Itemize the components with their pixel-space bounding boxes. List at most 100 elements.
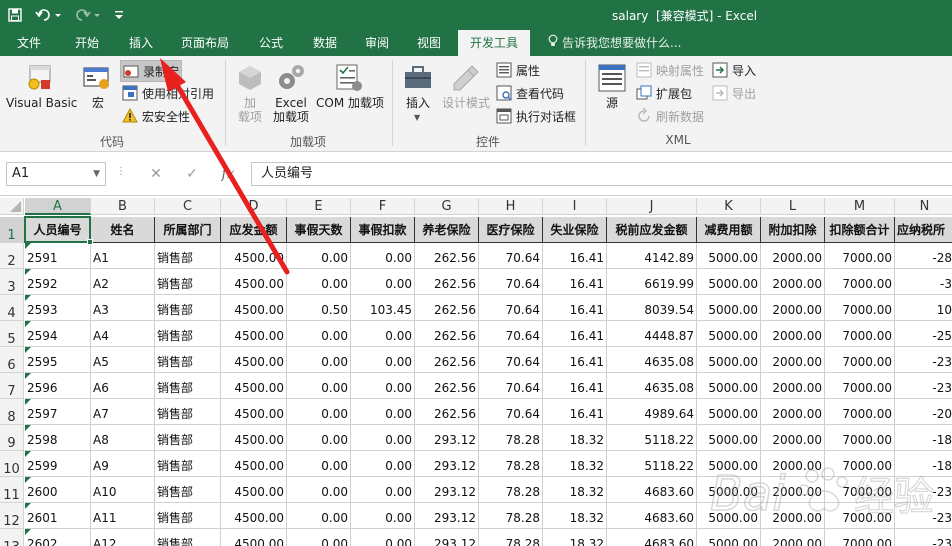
table-cell[interactable]: 销售部: [155, 425, 221, 451]
tab-home[interactable]: 开始: [64, 30, 110, 56]
table-cell[interactable]: A8: [91, 425, 155, 451]
table-cell[interactable]: 7000.00: [825, 269, 895, 295]
column-header-c[interactable]: C: [155, 198, 221, 215]
table-cell[interactable]: 4683.60: [607, 503, 697, 529]
table-cell[interactable]: 2600: [25, 477, 91, 503]
column-header-a[interactable]: A: [25, 198, 91, 215]
row-header-4[interactable]: 4: [0, 295, 24, 321]
table-cell[interactable]: 70.64: [479, 373, 543, 399]
table-cell[interactable]: 0.00: [287, 503, 351, 529]
column-header-n[interactable]: N: [895, 198, 952, 215]
table-cell[interactable]: 70.64: [479, 399, 543, 425]
table-cell[interactable]: 销售部: [155, 503, 221, 529]
tab-insert[interactable]: 插入: [118, 30, 164, 56]
table-cell[interactable]: 4500.00: [221, 477, 287, 503]
com-addins-icon[interactable]: [334, 62, 364, 94]
table-cell[interactable]: 2594: [25, 321, 91, 347]
table-cell[interactable]: 2000.00: [761, 399, 825, 425]
table-cell[interactable]: 293.12: [415, 425, 479, 451]
table-cell[interactable]: 262.56: [415, 347, 479, 373]
table-cell[interactable]: 5118.22: [607, 451, 697, 477]
table-cell[interactable]: 5000.00: [697, 347, 761, 373]
table-cell[interactable]: -25: [895, 321, 952, 347]
visual-basic-button[interactable]: Visual Basic: [6, 96, 77, 110]
table-cell[interactable]: 0.00: [351, 269, 415, 295]
table-cell[interactable]: 2000.00: [761, 321, 825, 347]
table-cell[interactable]: 销售部: [155, 321, 221, 347]
table-cell[interactable]: 0.00: [351, 477, 415, 503]
table-cell[interactable]: A7: [91, 399, 155, 425]
select-all-corner[interactable]: [0, 198, 24, 215]
table-cell[interactable]: 4500.00: [221, 503, 287, 529]
table-cell[interactable]: 销售部: [155, 373, 221, 399]
table-cell[interactable]: -28: [895, 243, 952, 269]
table-cell[interactable]: 2599: [25, 451, 91, 477]
column-header-b[interactable]: B: [91, 198, 155, 215]
column-header-e[interactable]: E: [287, 198, 351, 215]
save-icon[interactable]: [5, 5, 25, 25]
table-cell[interactable]: 7000.00: [825, 295, 895, 321]
table-cell[interactable]: 16.41: [543, 321, 607, 347]
toolbox-icon[interactable]: [402, 62, 434, 94]
column-header-m[interactable]: M: [825, 198, 895, 215]
table-cell[interactable]: A12: [91, 529, 155, 546]
table-cell[interactable]: 2595: [25, 347, 91, 373]
table-cell[interactable]: 293.12: [415, 451, 479, 477]
table-cell[interactable]: 0.50: [287, 295, 351, 321]
table-header-cell[interactable]: 事假天数: [287, 217, 351, 243]
table-header-cell[interactable]: 医疗保险: [479, 217, 543, 243]
chevron-down-icon[interactable]: ▼: [93, 163, 100, 185]
row-header-13[interactable]: 13: [0, 529, 24, 546]
table-cell[interactable]: 103.45: [351, 295, 415, 321]
table-cell[interactable]: 4683.60: [607, 477, 697, 503]
xml-source-button[interactable]: 源: [600, 96, 624, 110]
table-cell[interactable]: 18.32: [543, 529, 607, 546]
table-cell[interactable]: 70.64: [479, 295, 543, 321]
table-cell[interactable]: 4500.00: [221, 399, 287, 425]
table-cell[interactable]: 0.00: [287, 321, 351, 347]
design-mode-icon[interactable]: [450, 62, 482, 94]
table-cell[interactable]: 0.00: [351, 347, 415, 373]
table-cell[interactable]: A4: [91, 321, 155, 347]
table-cell[interactable]: 18.32: [543, 503, 607, 529]
table-cell[interactable]: 2597: [25, 399, 91, 425]
table-cell[interactable]: -23: [895, 347, 952, 373]
table-cell[interactable]: 2591: [25, 243, 91, 269]
redo-icon[interactable]: [74, 5, 104, 25]
macro-security-button[interactable]: 宏安全性: [122, 106, 190, 126]
excel-addins-button[interactable]: Excel 加载项: [270, 96, 312, 124]
table-cell[interactable]: 0.00: [287, 347, 351, 373]
table-cell[interactable]: 0.00: [287, 451, 351, 477]
table-cell[interactable]: 5000.00: [697, 243, 761, 269]
table-cell[interactable]: 262.56: [415, 399, 479, 425]
column-header-l[interactable]: L: [761, 198, 825, 215]
table-cell[interactable]: -3: [895, 269, 952, 295]
run-dialog-button[interactable]: 执行对话框: [496, 106, 576, 126]
table-cell[interactable]: 4500.00: [221, 529, 287, 546]
table-cell[interactable]: 78.28: [479, 451, 543, 477]
table-cell[interactable]: 18.32: [543, 477, 607, 503]
table-cell[interactable]: 18.32: [543, 451, 607, 477]
column-header-i[interactable]: I: [543, 198, 607, 215]
table-cell[interactable]: 78.28: [479, 503, 543, 529]
table-cell[interactable]: A9: [91, 451, 155, 477]
table-cell[interactable]: 2000.00: [761, 269, 825, 295]
table-header-cell[interactable]: 税前应发金额: [607, 217, 697, 243]
table-cell[interactable]: 2592: [25, 269, 91, 295]
table-cell[interactable]: 4635.08: [607, 373, 697, 399]
map-properties-button[interactable]: 映射属性: [636, 60, 704, 80]
table-cell[interactable]: 262.56: [415, 295, 479, 321]
table-cell[interactable]: 0.00: [287, 373, 351, 399]
table-cell[interactable]: 78.28: [479, 529, 543, 546]
addins-button[interactable]: 加 载项: [234, 96, 266, 124]
table-cell[interactable]: 0.00: [287, 477, 351, 503]
com-addins-button[interactable]: COM 加载项: [314, 96, 386, 110]
column-header-g[interactable]: G: [415, 198, 479, 215]
tab-page-layout[interactable]: 页面布局: [174, 30, 236, 56]
table-cell[interactable]: A6: [91, 373, 155, 399]
expansion-packs-button[interactable]: 扩展包: [636, 83, 692, 103]
row-header-6[interactable]: 6: [0, 347, 24, 373]
cancel-icon[interactable]: ✕: [146, 164, 166, 184]
row-header-12[interactable]: 12: [0, 503, 24, 529]
table-cell[interactable]: 18.32: [543, 425, 607, 451]
